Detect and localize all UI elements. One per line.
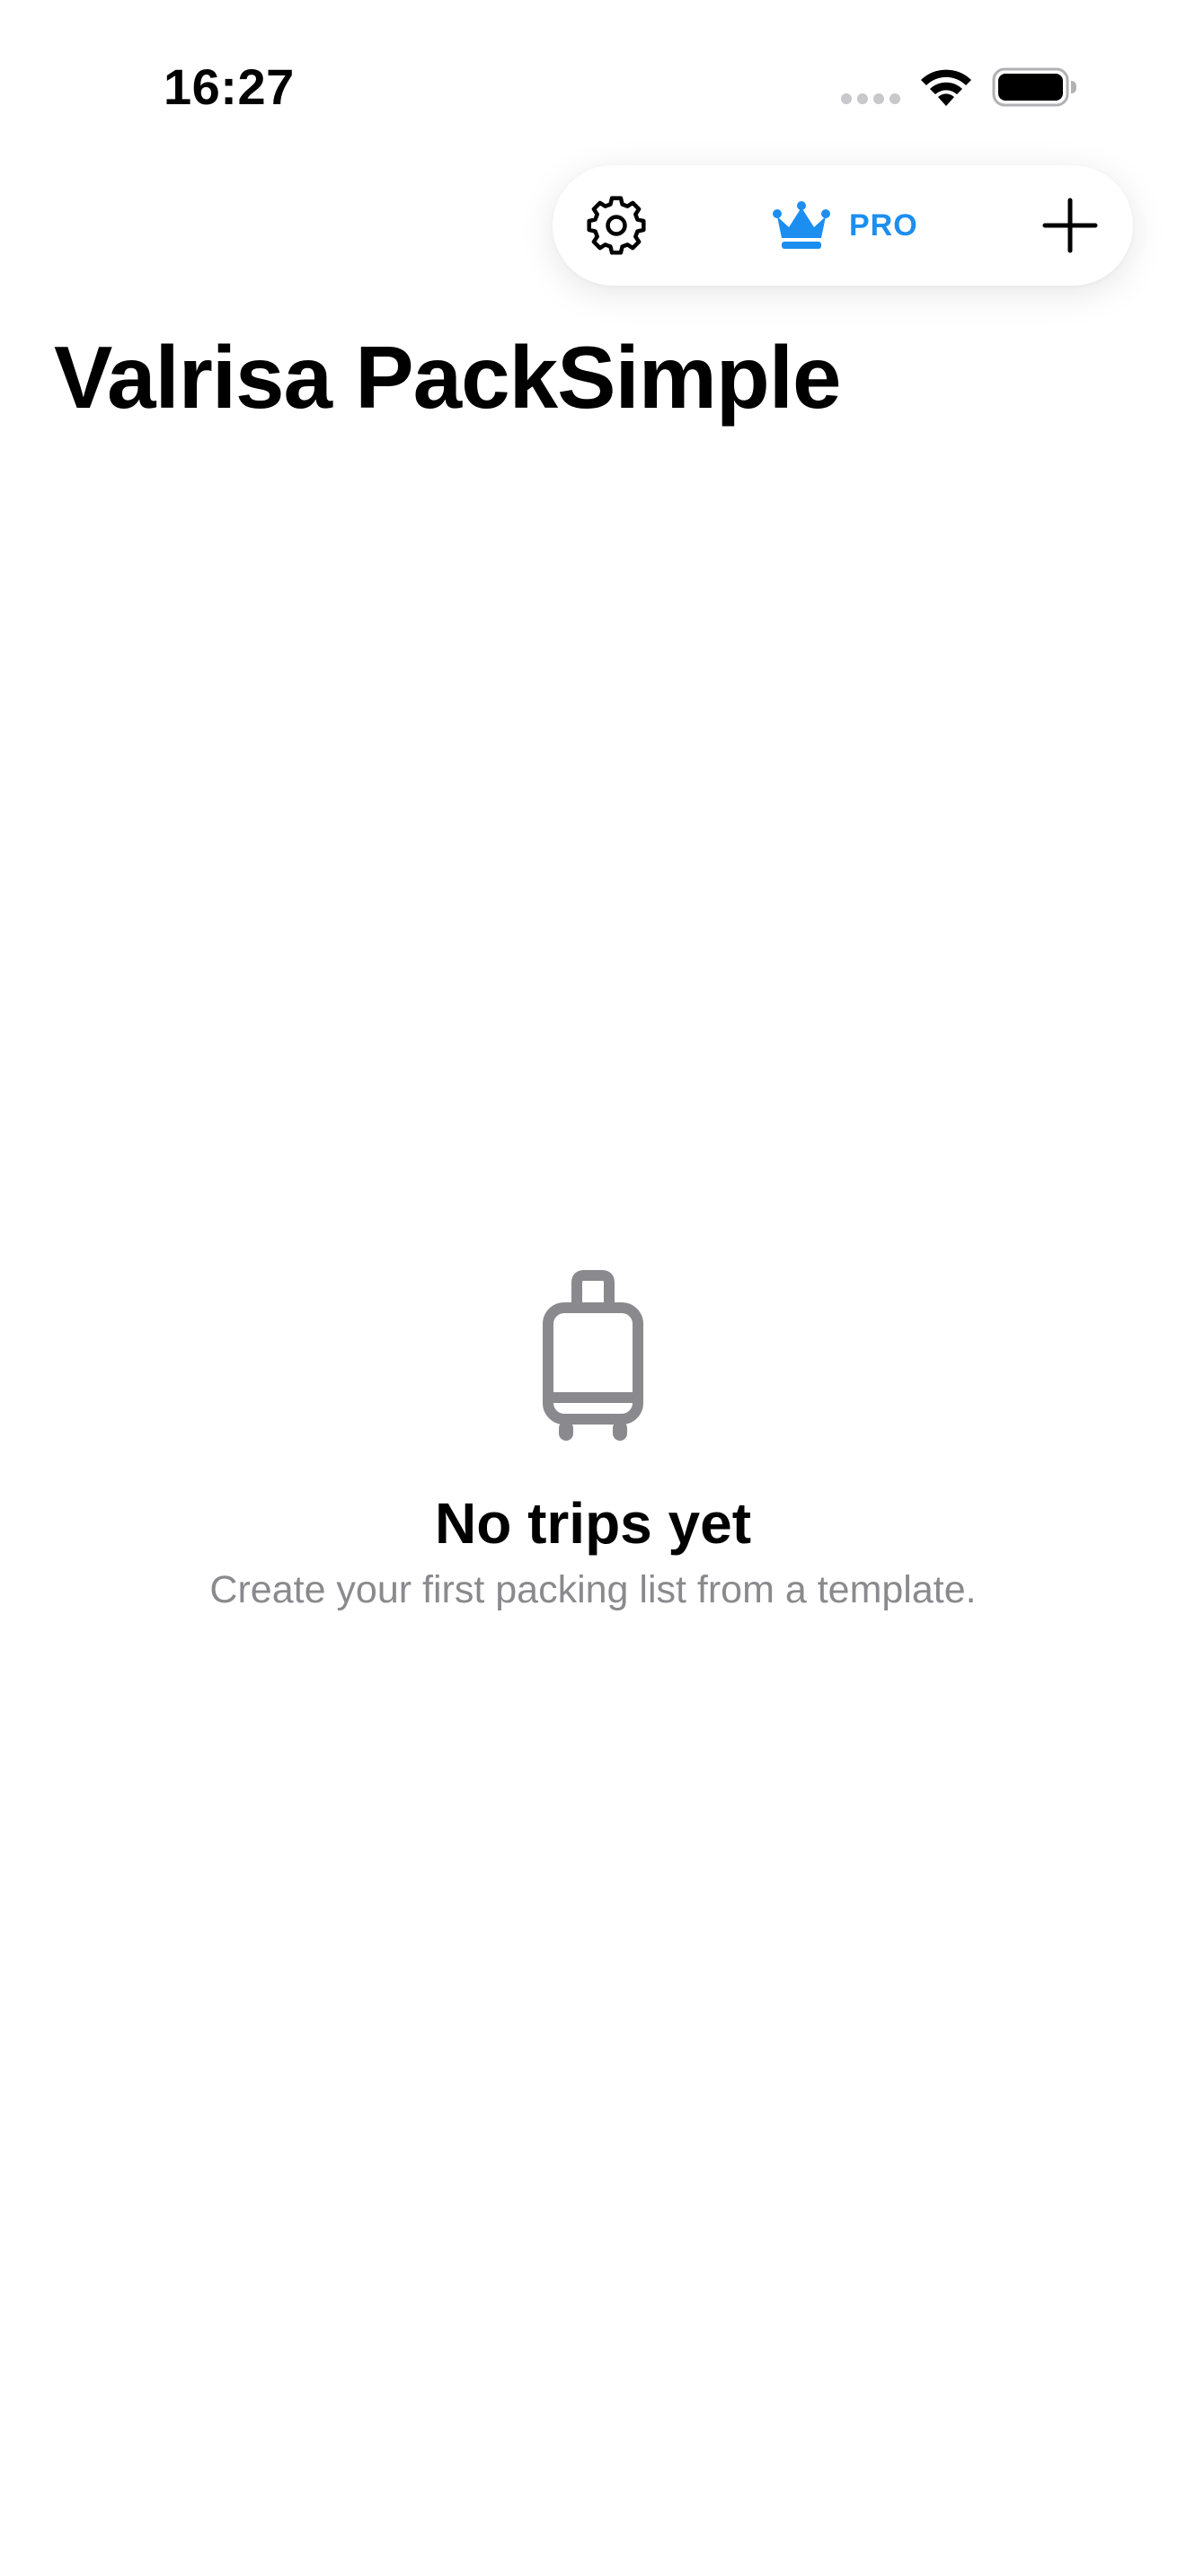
top-toolbar: PRO (553, 165, 1133, 286)
pro-label: PRO (849, 207, 918, 243)
plus-icon[interactable] (1038, 193, 1102, 258)
pro-button[interactable]: PRO (772, 190, 918, 261)
battery-icon (992, 67, 1076, 107)
page-title: Valrisa PackSimple (54, 328, 841, 427)
status-time: 16:27 (164, 58, 295, 115)
empty-state-subtitle: Create your first packing list from a te… (209, 1568, 977, 1611)
cellular-signal-icon (841, 93, 900, 104)
empty-state: No trips yet Create your first packing l… (0, 1266, 1186, 1615)
gear-icon[interactable] (583, 192, 650, 259)
suitcase-icon (543, 1270, 643, 1441)
wifi-icon (921, 69, 971, 106)
status-bar: 16:27 (0, 0, 1186, 162)
crown-icon (773, 201, 830, 249)
empty-state-title: No trips yet (434, 1491, 752, 1556)
